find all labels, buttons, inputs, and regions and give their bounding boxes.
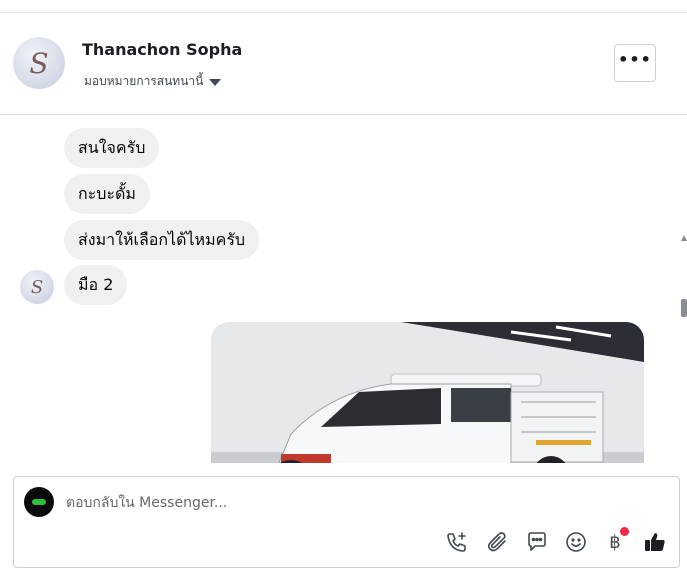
more-options-button[interactable]: ••• bbox=[614, 44, 656, 82]
assign-conversation-label: มอบหมายการสนทนานี้ bbox=[84, 74, 204, 88]
page-avatar bbox=[24, 487, 54, 517]
paperclip-icon[interactable] bbox=[484, 529, 510, 555]
smiley-icon[interactable] bbox=[563, 529, 589, 555]
assign-conversation-dropdown[interactable]: มอบหมายการสนทนานี้ bbox=[84, 72, 222, 91]
message-bubble[interactable]: กะบะดั้ม bbox=[64, 174, 150, 214]
baht-payment-button[interactable]: ฿ bbox=[602, 527, 629, 555]
sender-avatar: S bbox=[20, 270, 54, 304]
message-bubble[interactable]: สนใจครับ bbox=[64, 128, 160, 168]
scroll-up-arrow-icon[interactable] bbox=[681, 235, 687, 241]
baht-icon: ฿ bbox=[609, 531, 621, 553]
thumbs-up-icon[interactable] bbox=[642, 529, 668, 555]
message-thread: สนใจครับ กะบะดั้ม ส่งมาให้เลือกได้ไหมครั… bbox=[0, 115, 687, 463]
reply-input[interactable] bbox=[66, 491, 626, 515]
contact-name[interactable]: Thanachon Sopha bbox=[82, 40, 242, 59]
contact-avatar[interactable]: S bbox=[13, 37, 65, 89]
reply-composer: ฿ bbox=[13, 476, 680, 568]
more-options-icon: ••• bbox=[618, 50, 652, 69]
notification-dot bbox=[620, 527, 629, 536]
thread-scrollbar[interactable] bbox=[681, 235, 687, 463]
phone-plus-icon[interactable] bbox=[444, 529, 470, 555]
caret-down-icon bbox=[209, 78, 222, 86]
scrollbar-thumb[interactable] bbox=[681, 299, 687, 317]
message-bubble[interactable]: ส่งมาให้เลือกได้ไหมครับ bbox=[64, 220, 260, 260]
message-bubble[interactable]: มือ 2 bbox=[64, 265, 128, 305]
truck-photo-attachment[interactable] bbox=[211, 322, 644, 463]
conversation-header: S Thanachon Sopha มอบหมายการสนทนานี้ ••• bbox=[0, 13, 687, 114]
chat-bubble-icon[interactable] bbox=[524, 529, 550, 555]
